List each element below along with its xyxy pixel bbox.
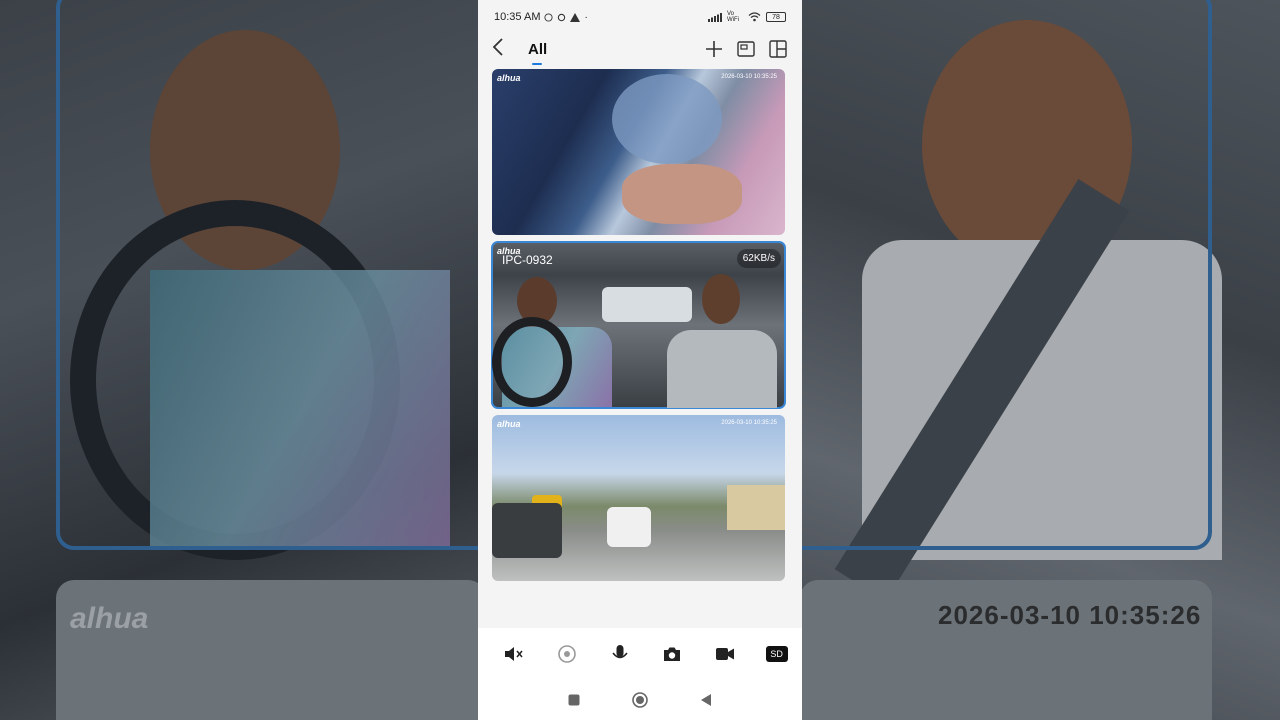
bitrate-badge: 62KB/s xyxy=(736,249,781,268)
back-button[interactable] xyxy=(492,36,516,62)
plus-icon xyxy=(706,41,722,57)
microphone-icon xyxy=(612,645,628,659)
add-device-button[interactable] xyxy=(704,39,724,59)
camera-name: IPC-0932 xyxy=(502,253,553,267)
playback-toolbar: SD xyxy=(478,628,802,680)
threads-icon xyxy=(558,13,566,21)
single-view-button[interactable] xyxy=(736,39,756,59)
status-bar: 10:35 AM · Vo WiFi 78 xyxy=(478,0,802,34)
camera-feed-3[interactable]: alhua 2026-03-10 10:35:25 xyxy=(492,415,785,581)
phone-screen: 10:35 AM · Vo WiFi 78 All alhua 2026-03-… xyxy=(478,0,802,720)
quality-sd-button[interactable]: SD xyxy=(765,646,788,662)
triangle-back-icon xyxy=(701,694,711,706)
wifi-icon xyxy=(748,12,761,22)
square-icon xyxy=(568,694,580,706)
single-window-icon xyxy=(737,41,755,57)
steering-wheel-shape xyxy=(492,317,572,407)
notification-icons: · xyxy=(544,11,588,23)
talk-button[interactable] xyxy=(608,642,632,666)
background-lower-left xyxy=(56,580,486,720)
helmet-shape xyxy=(612,74,722,164)
hand-shape xyxy=(622,164,742,224)
battery-icon: 78 xyxy=(766,12,786,22)
split-layout-icon xyxy=(769,40,787,58)
split-view-button[interactable] xyxy=(768,39,788,59)
record-button[interactable] xyxy=(713,642,737,666)
back-arrow-icon xyxy=(492,38,503,56)
background-frame-left xyxy=(56,0,496,550)
background-brand: alhua xyxy=(70,602,149,635)
system-navigation-bar xyxy=(478,680,802,720)
passenger-head-shape xyxy=(702,274,740,324)
dark-car-shape xyxy=(492,503,562,558)
ptz-control-icon xyxy=(558,645,576,663)
recents-button[interactable] xyxy=(568,694,580,706)
camera-icon xyxy=(664,647,681,661)
top-navigation: All xyxy=(478,34,802,65)
warning-icon xyxy=(570,12,581,22)
system-icons: Vo WiFi 78 xyxy=(708,11,786,23)
feed-timestamp: 2026-03-10 10:35:25 xyxy=(721,74,777,80)
feed-brand: alhua xyxy=(497,73,521,83)
camera-feed-2[interactable]: alhua IPC-0932 62KB/s xyxy=(491,241,786,409)
background-timestamp: 2026-03-10 10:35:26 xyxy=(938,600,1202,630)
ptz-button[interactable] xyxy=(555,642,579,666)
background-frame-right xyxy=(784,0,1212,550)
camera-feed-list: alhua 2026-03-10 10:35:25 alhua IPC-0932… xyxy=(478,64,802,581)
video-camera-icon xyxy=(715,648,734,660)
home-button[interactable] xyxy=(632,692,648,708)
system-back-button[interactable] xyxy=(700,693,712,707)
status-time: 10:35 AM xyxy=(494,11,541,23)
dot-icon: · xyxy=(584,11,588,23)
circle-icon xyxy=(632,692,648,708)
truck-shape xyxy=(727,485,785,530)
passenger-body-shape xyxy=(667,330,777,408)
feed-brand: alhua xyxy=(497,419,521,429)
whatsapp-icon xyxy=(544,12,554,22)
speaker-muted-icon xyxy=(505,647,523,661)
mute-button[interactable] xyxy=(502,642,526,666)
page-title: All xyxy=(528,40,548,65)
snapshot-button[interactable] xyxy=(660,642,684,666)
feed-timestamp: 2026-03-10 10:35:25 xyxy=(721,420,777,426)
car-shape xyxy=(607,507,651,547)
camera-feed-1[interactable]: alhua 2026-03-10 10:35:25 xyxy=(492,69,785,235)
rear-window-shape xyxy=(602,287,692,322)
header-actions xyxy=(704,39,788,59)
vowifi-label: Vo WiFi xyxy=(727,11,739,23)
signal-icon xyxy=(708,12,722,22)
